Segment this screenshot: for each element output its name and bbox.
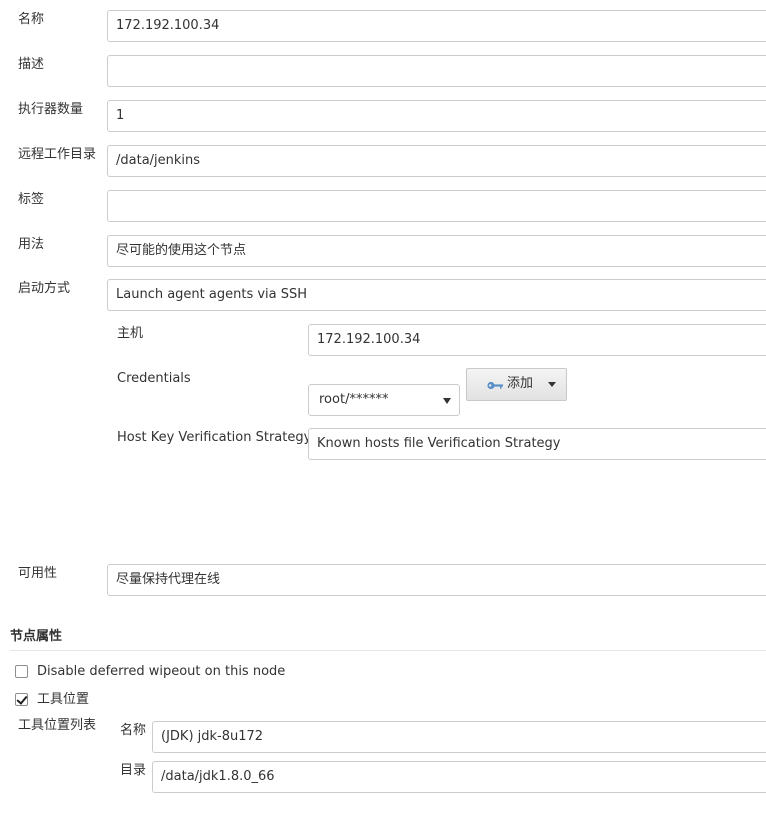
chevron-down-icon[interactable]: [548, 382, 556, 387]
remote-dir-label: 远程工作目录: [18, 147, 97, 162]
tool-dir-input[interactable]: /data/jdk1.8.0_66: [152, 761, 766, 793]
availability-label: 可用性: [18, 566, 58, 581]
credentials-label: Credentials: [117, 371, 191, 386]
host-key-strategy-label: Host Key Verification Strategy: [117, 430, 312, 445]
labels-label: 标签: [18, 192, 45, 207]
executors-input[interactable]: 1: [107, 100, 766, 132]
name-input[interactable]: 172.192.100.34: [107, 10, 766, 42]
chevron-down-icon: [443, 398, 451, 404]
tool-locations-label[interactable]: 工具位置: [37, 692, 89, 708]
tool-list-label: 工具位置列表: [18, 718, 97, 733]
executors-label: 执行器数量: [18, 102, 84, 117]
tool-locations-checkbox[interactable]: [15, 693, 28, 706]
host-key-strategy-select[interactable]: Known hosts file Verification Strategy: [308, 428, 766, 460]
disable-wipeout-label[interactable]: Disable deferred wipeout on this node: [37, 664, 285, 680]
tool-name-label: 名称: [120, 723, 147, 738]
tool-dir-label: 目录: [120, 763, 147, 778]
availability-select[interactable]: 尽量保持代理在线: [107, 564, 766, 596]
credentials-select[interactable]: root/******: [308, 384, 460, 416]
add-credentials-button[interactable]: 添加: [466, 368, 567, 401]
name-label: 名称: [18, 12, 45, 27]
credentials-select-value: root/******: [319, 392, 389, 407]
section-divider: [10, 650, 766, 651]
disable-wipeout-checkbox[interactable]: [15, 665, 28, 678]
host-input[interactable]: 172.192.100.34: [308, 324, 766, 356]
add-button-label: 添加: [507, 376, 534, 391]
checkmark-icon: [16, 693, 28, 705]
launch-method-select[interactable]: Launch agent agents via SSH: [107, 279, 766, 311]
node-properties-title: 节点属性: [10, 629, 63, 644]
labels-input[interactable]: [107, 190, 766, 222]
description-input[interactable]: [107, 55, 766, 87]
usage-select[interactable]: 尽可能的使用这个节点: [107, 235, 766, 267]
usage-label: 用法: [18, 237, 45, 252]
tool-name-select[interactable]: (JDK) jdk-8u172: [152, 721, 766, 753]
key-icon: [487, 381, 503, 390]
host-label: 主机: [117, 326, 144, 341]
launch-method-label: 启动方式: [18, 281, 71, 296]
remote-dir-input[interactable]: /data/jenkins: [107, 145, 766, 177]
description-label: 描述: [18, 57, 45, 72]
